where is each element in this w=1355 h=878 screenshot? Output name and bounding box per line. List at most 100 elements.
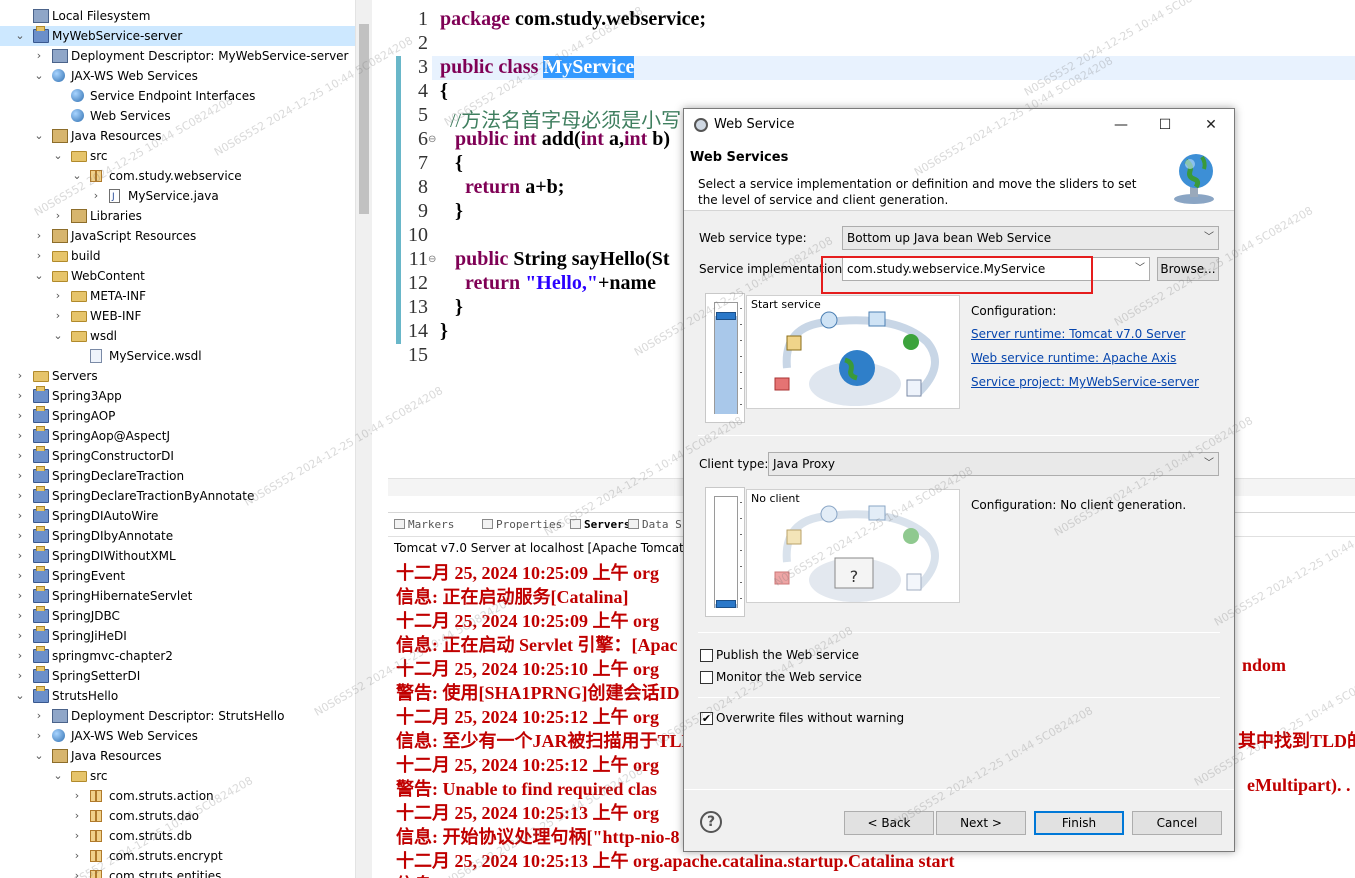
slider-knob[interactable]	[716, 600, 736, 608]
expand-closed-icon[interactable]: ›	[14, 386, 26, 406]
close-icon[interactable]: ✕	[1196, 113, 1226, 137]
view-tab[interactable]: Data S	[628, 518, 682, 531]
client-level-slider[interactable]	[705, 487, 745, 617]
tree-item[interactable]: › Spring3App	[0, 386, 355, 406]
service-project-link[interactable]: Service project: MyWebService-server	[971, 375, 1199, 389]
tree-item[interactable]: › SpringConstructorDI	[0, 446, 355, 466]
tree-item[interactable]: › Servers	[0, 366, 355, 386]
expand-closed-icon[interactable]: ›	[33, 46, 45, 66]
code-line[interactable]: public int add(int a,int b)	[440, 128, 670, 151]
code-line[interactable]: package com.study.webservice;	[440, 8, 706, 31]
expand-closed-icon[interactable]: ›	[14, 406, 26, 426]
expand-closed-icon[interactable]: ›	[14, 466, 26, 486]
expand-open-icon[interactable]: ⌄	[33, 126, 45, 146]
code-line[interactable]: {	[440, 152, 463, 175]
browse-button[interactable]: Browse...	[1157, 257, 1219, 281]
expand-closed-icon[interactable]: ›	[71, 866, 83, 878]
cancel-button[interactable]: Cancel	[1132, 811, 1222, 835]
tree-item[interactable]: ⌄ Java Resources	[0, 126, 355, 146]
tree-item[interactable]: › Deployment Descriptor: StrutsHello	[0, 706, 355, 726]
tree-item[interactable]: MyService.wsdl	[0, 346, 355, 366]
tree-item[interactable]: › SpringJDBC	[0, 606, 355, 626]
expand-closed-icon[interactable]: ›	[14, 486, 26, 506]
expand-open-icon[interactable]: ⌄	[14, 26, 26, 46]
expand-closed-icon[interactable]: ›	[14, 646, 26, 666]
help-icon[interactable]: ?	[700, 811, 722, 833]
tree-item[interactable]: › springmvc-chapter2	[0, 646, 355, 666]
server-runtime-link[interactable]: Server runtime: Tomcat v7.0 Server	[971, 327, 1185, 341]
next-button[interactable]: Next >	[936, 811, 1026, 835]
monitor-checkbox[interactable]	[700, 671, 713, 684]
tree-item[interactable]: › META-INF	[0, 286, 355, 306]
expand-open-icon[interactable]: ⌄	[52, 146, 64, 166]
expand-closed-icon[interactable]: ›	[71, 826, 83, 846]
monitor-label[interactable]: Monitor the Web service	[716, 670, 862, 684]
publish-checkbox[interactable]	[700, 649, 713, 662]
finish-button[interactable]: Finish	[1034, 811, 1124, 835]
code-line[interactable]: public String sayHello(St	[440, 248, 669, 271]
fold-collapse-icon[interactable]: ⊖	[428, 134, 436, 145]
slider-knob[interactable]	[716, 312, 736, 321]
expand-closed-icon[interactable]: ›	[14, 626, 26, 646]
expand-closed-icon[interactable]: ›	[52, 206, 64, 226]
tree-item[interactable]: › SpringAop@AspectJ	[0, 426, 355, 446]
expand-closed-icon[interactable]: ›	[71, 846, 83, 866]
expand-closed-icon[interactable]: ›	[14, 526, 26, 546]
tree-item[interactable]: › WEB-INF	[0, 306, 355, 326]
code-line[interactable]: {	[440, 80, 448, 103]
tree-item[interactable]: › SpringAOP	[0, 406, 355, 426]
expand-open-icon[interactable]: ⌄	[14, 686, 26, 706]
tree-item[interactable]: ⌄ wsdl	[0, 326, 355, 346]
expand-closed-icon[interactable]: ›	[52, 286, 64, 306]
expand-closed-icon[interactable]: ›	[71, 806, 83, 826]
tree-item[interactable]: › com.struts.db	[0, 826, 355, 846]
code-line[interactable]: public class MyService	[440, 56, 635, 79]
tree-item[interactable]: Local Filesystem	[0, 6, 355, 26]
overwrite-label[interactable]: Overwrite files without warning	[716, 711, 904, 725]
dialog-titlebar[interactable]: Web Service — ☐ ✕	[684, 109, 1234, 141]
tree-item[interactable]: ⌄ WebContent	[0, 266, 355, 286]
expand-closed-icon[interactable]: ›	[14, 586, 26, 606]
tree-item[interactable]: ⌄ src	[0, 766, 355, 786]
fold-collapse-icon[interactable]: ⊖	[428, 254, 436, 265]
tree-item[interactable]: › JAX-WS Web Services	[0, 726, 355, 746]
tree-item[interactable]: ⌄ StrutsHello	[0, 686, 355, 706]
tree-item[interactable]: › SpringDeclareTractionByAnnotate	[0, 486, 355, 506]
tree-item[interactable]: › Libraries	[0, 206, 355, 226]
view-tab[interactable]: Markers	[394, 518, 454, 531]
tree-item[interactable]: › com.struts.entities	[0, 866, 355, 878]
view-tab[interactable]: Servers	[570, 518, 630, 531]
expand-closed-icon[interactable]: ›	[14, 366, 26, 386]
project-explorer-scrollbar[interactable]	[355, 0, 372, 878]
expand-closed-icon[interactable]: ›	[14, 666, 26, 686]
expand-closed-icon[interactable]: ›	[14, 426, 26, 446]
expand-open-icon[interactable]: ⌄	[33, 66, 45, 86]
tree-item[interactable]: › SpringDIWithoutXML	[0, 546, 355, 566]
service-type-select[interactable]: Bottom up Java bean Web Service ﹀	[842, 226, 1219, 250]
maximize-icon[interactable]: ☐	[1150, 113, 1180, 137]
expand-closed-icon[interactable]: ›	[90, 186, 102, 206]
tree-item[interactable]: ⌄ com.study.webservice	[0, 166, 355, 186]
tree-item[interactable]: › JavaScript Resources	[0, 226, 355, 246]
tree-item[interactable]: › SpringHibernateServlet	[0, 586, 355, 606]
expand-open-icon[interactable]: ⌄	[33, 746, 45, 766]
code-line[interactable]: return "Hello,"+name	[440, 272, 656, 295]
back-button[interactable]: < Back	[844, 811, 934, 835]
expand-closed-icon[interactable]: ›	[33, 706, 45, 726]
expand-open-icon[interactable]: ⌄	[52, 766, 64, 786]
tree-item[interactable]: Web Services	[0, 106, 355, 126]
web-service-runtime-link[interactable]: Web service runtime: Apache Axis	[971, 351, 1176, 365]
expand-open-icon[interactable]: ⌄	[52, 326, 64, 346]
tree-item[interactable]: › com.struts.encrypt	[0, 846, 355, 866]
tree-item[interactable]: › SpringDIAutoWire	[0, 506, 355, 526]
expand-closed-icon[interactable]: ›	[71, 786, 83, 806]
minimize-icon[interactable]: —	[1106, 113, 1136, 137]
expand-closed-icon[interactable]: ›	[33, 226, 45, 246]
tree-item[interactable]: › SpringJiHeDI	[0, 626, 355, 646]
tree-item[interactable]: ⌄ src	[0, 146, 355, 166]
expand-closed-icon[interactable]: ›	[33, 246, 45, 266]
expand-closed-icon[interactable]: ›	[52, 306, 64, 326]
service-level-slider[interactable]	[705, 293, 745, 423]
tree-item[interactable]: › SpringEvent	[0, 566, 355, 586]
expand-closed-icon[interactable]: ›	[14, 506, 26, 526]
